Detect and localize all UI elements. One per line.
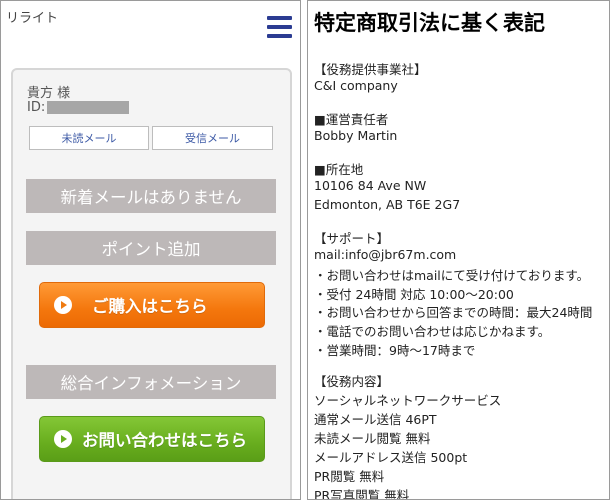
company-name: C&I company [314, 78, 398, 93]
received-mail-button[interactable]: 受信メール [152, 126, 273, 150]
buy-points-button-label: ご購入はこちら [92, 297, 208, 316]
support-note: ・営業時間：9時～17時まで [314, 343, 476, 358]
service-detail: ソーシャルネットワークサービス [314, 393, 502, 408]
support-note: ・お問い合わせはmailにて受け付けております。 [314, 268, 590, 283]
service-detail: メールアドレス送信 500pt [314, 450, 468, 465]
support-email: mail:info@jbr67m.com [314, 247, 457, 262]
add-points-heading: ポイント追加 [26, 231, 276, 265]
user-id-label: ID: [27, 100, 46, 115]
hamburger-menu-icon[interactable] [267, 16, 292, 39]
app-title: リライト [6, 11, 59, 26]
support-note: ・電話でのお問い合わせは応じかねます。 [314, 324, 551, 339]
legal-notice-panel: 特定商取引法に基く表記 【役務提供事業社】 C&I company ■運営責任者… [307, 0, 610, 500]
unread-mail-button[interactable]: 未読メール [29, 126, 149, 150]
contact-button-label: お問い合わせはこちら [82, 431, 247, 450]
support-note: ・受付 24時間 対応 10:00～20:00 [314, 287, 514, 302]
play-circle-icon [54, 430, 72, 448]
no-new-mail-notice: 新着メールはありません [26, 179, 276, 213]
header-bar: リライト [1, 1, 300, 57]
buy-points-button[interactable]: ご購入はこちら [39, 282, 265, 328]
account-card: 貴方 様 ID: 未読メール 受信メール 新着メールはありません ポイント追加 … [11, 68, 292, 499]
section-heading-support: 【サポート】 [314, 231, 390, 246]
play-circle-icon [54, 296, 72, 314]
user-id-redacted-value [47, 101, 129, 114]
contact-button[interactable]: お問い合わせはこちら [39, 416, 265, 462]
service-detail: 未読メール閲覧 無料 [314, 431, 431, 446]
support-note: ・お問い合わせから回答までの時間：最大24時間 [314, 305, 593, 320]
service-detail: 通常メール送信 46PT [314, 412, 437, 427]
section-heading-service-details: 【役務内容】 [314, 374, 390, 389]
user-name: 貴方 様 [27, 86, 71, 101]
section-heading-address: ■所在地 [314, 162, 364, 177]
page-title: 特定商取引法に基く表記 [314, 11, 545, 35]
section-heading-service-provider: 【役務提供事業社】 [314, 62, 427, 77]
manager-name: Bobby Martin [314, 128, 398, 143]
general-information-heading: 総合インフォメーション [26, 365, 276, 399]
address-line-2: Edmonton, AB T6E 2G7 [314, 197, 461, 212]
address-line-1: 10106 84 Ave NW [314, 178, 427, 193]
service-detail: PR閲覧 無料 [314, 469, 385, 484]
mobile-account-panel: リライト 貴方 様 ID: 未読メール 受信メール 新着メールはありません ポイ… [0, 0, 301, 500]
section-heading-manager: ■運営責任者 [314, 112, 389, 127]
service-detail: PR写真閲覧 無料 [314, 488, 410, 500]
